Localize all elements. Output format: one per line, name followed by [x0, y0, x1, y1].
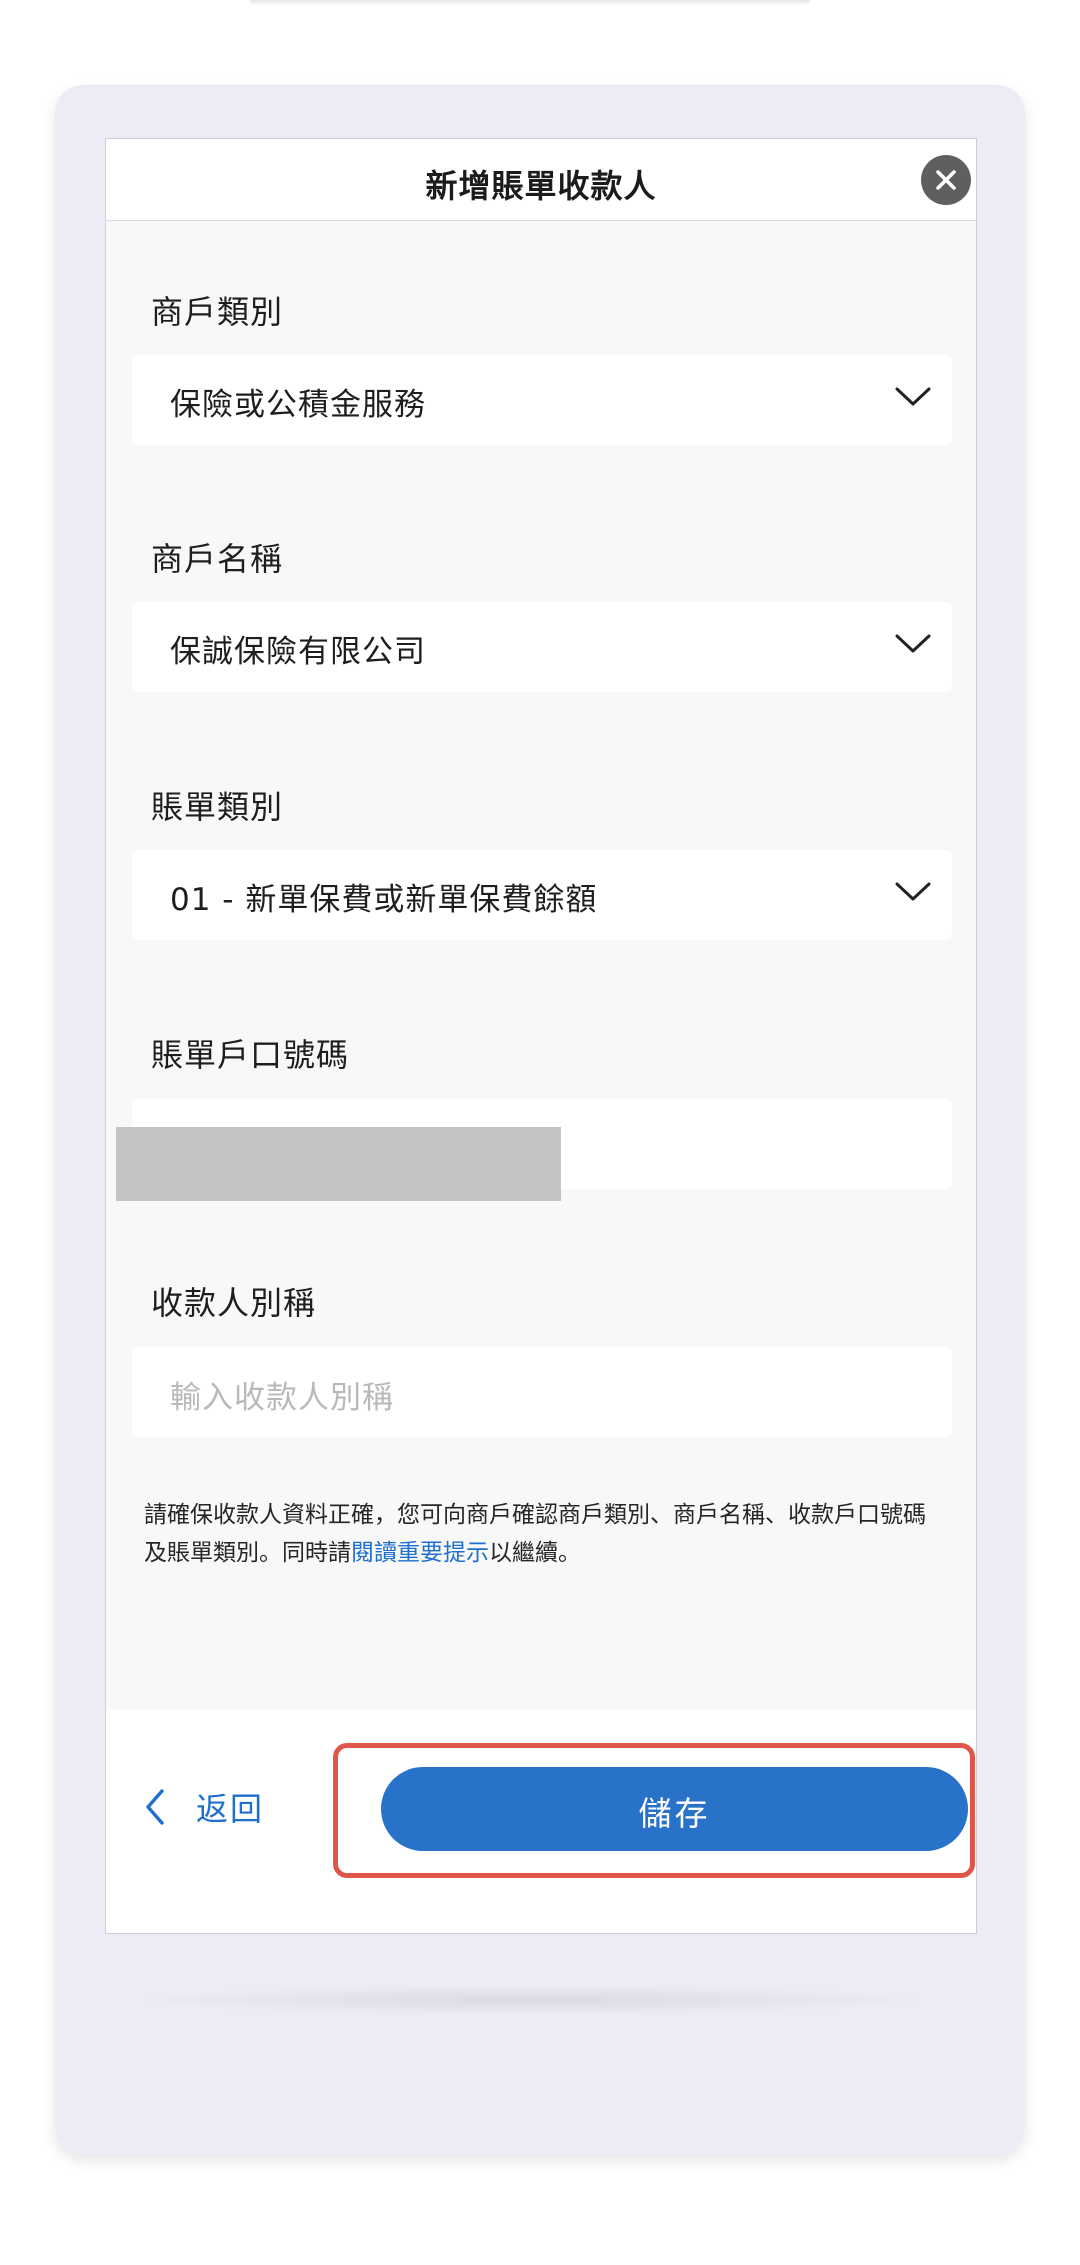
merchant-type-select[interactable]: 保險或公積金服務	[132, 355, 952, 445]
account-number-field[interactable]	[116, 1099, 952, 1201]
bill-type-label: 賬單類別	[151, 788, 284, 826]
merchant-name-label: 商戶名稱	[151, 540, 284, 578]
notice-text-after: 以繼續。	[489, 1540, 581, 1566]
notice-text: 請確保收款人資料正確，您可向商戶確認商戶類別、商戶名稱、收款戶口號碼及賬單類別。…	[144, 1496, 944, 1572]
important-notice-link[interactable]: 閱讀重要提示	[351, 1540, 489, 1566]
merchant-type-value: 保險或公積金服務	[170, 387, 426, 423]
page-title: 新增賬單收款人	[425, 167, 657, 205]
merchant-name-select[interactable]: 保誠保險有限公司	[132, 602, 952, 692]
top-shadow	[250, 0, 810, 6]
chevron-left-icon	[146, 1789, 164, 1825]
close-button[interactable]	[921, 155, 971, 205]
nickname-placeholder: 輸入收款人別稱	[170, 1380, 394, 1416]
save-button[interactable]: 儲存	[381, 1767, 968, 1851]
footer: 返回 儲存	[106, 1709, 976, 1933]
close-icon	[936, 170, 956, 190]
bill-type-value: 01 - 新單保費或新單保費餘額	[170, 882, 598, 918]
merchant-name-value: 保誠保險有限公司	[170, 634, 426, 670]
nickname-field[interactable]: 輸入收款人別稱	[132, 1347, 952, 1437]
masked-account-number	[116, 1127, 561, 1201]
bill-type-select[interactable]: 01 - 新單保費或新單保費餘額	[132, 850, 952, 940]
nickname-label: 收款人別稱	[151, 1284, 317, 1322]
account-number-label: 賬單戶口號碼	[151, 1036, 350, 1074]
back-button[interactable]: 返回	[144, 1777, 264, 1837]
save-label: 儲存	[638, 1794, 711, 1833]
chevron-down-icon	[895, 882, 931, 901]
back-label: 返回	[196, 1790, 265, 1828]
add-payee-screen: 新增賬單收款人 商戶類別 保險或公積金服務 商戶名稱 保誠保險有限公司 賬單類別…	[105, 138, 977, 1934]
bottom-shadow	[130, 1985, 930, 2015]
chevron-down-icon	[895, 634, 931, 653]
chevron-down-icon	[895, 387, 931, 406]
header: 新增賬單收款人	[106, 139, 976, 221]
merchant-type-label: 商戶類別	[151, 293, 284, 331]
